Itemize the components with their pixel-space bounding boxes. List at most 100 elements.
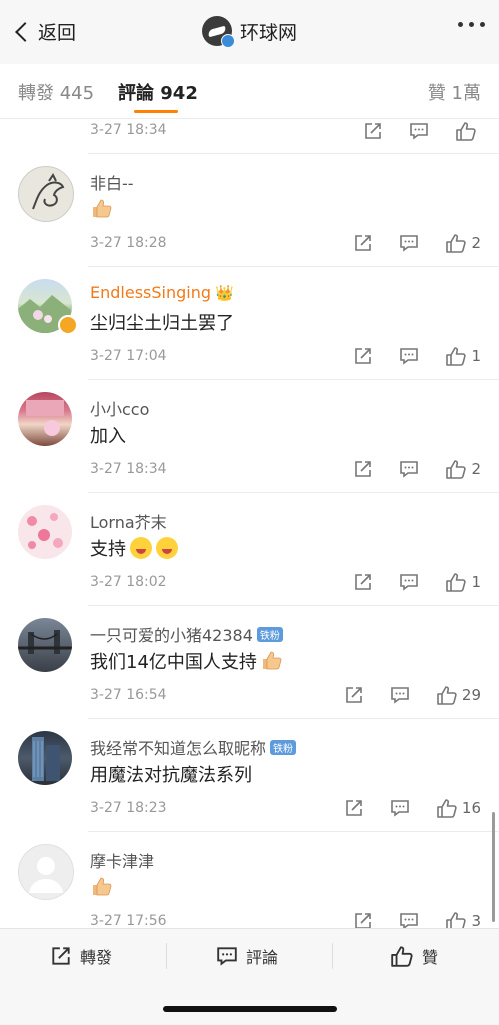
more-dot-icon [458,22,463,27]
tab-repost[interactable]: 轉發 445 [18,79,94,105]
more-dot-icon [480,22,485,27]
thumbs-up-icon [446,912,467,928]
tab-like[interactable]: 贊 1萬 [428,79,481,105]
thumbs-up-icon [446,347,467,366]
user-name-text: EndlessSinging [90,283,212,302]
comment-icon [400,348,419,365]
reply-action[interactable] [390,798,410,818]
tab-comment[interactable]: 評論 942 [118,79,198,105]
home-indicator[interactable] [163,1006,337,1012]
more-options-button[interactable] [458,22,485,27]
user-name[interactable]: 一只可爱的小猪42384 铁粉 [90,622,283,646]
reply-action[interactable] [399,572,419,592]
comment-time: 3-27 17:56 [90,913,167,928]
account-logo[interactable] [201,16,235,48]
user-name-text: 我经常不知道怎么取昵称 [90,739,267,758]
like-button[interactable]: 贊 [390,941,438,971]
like-action[interactable]: 3 [445,910,481,928]
like-action[interactable]: 16 [436,797,481,819]
avatar[interactable] [18,618,72,672]
share-icon [365,123,381,139]
comment-item: 一只可爱的小猪42384 铁粉 我们14亿中国人支持 3-27 16:54 29 [0,606,499,719]
user-name[interactable]: 小小cco [90,396,149,420]
comment-actions: 29 [318,684,481,706]
repost-action[interactable] [353,459,373,479]
like-action[interactable]: 2 [445,232,481,254]
vip-badge-icon [58,315,78,335]
account-name[interactable]: 环球网 [240,18,297,45]
comment-time: 3-27 16:54 [90,687,167,703]
comment-actions: 2 [327,232,481,254]
like-action[interactable] [455,120,481,142]
like-action[interactable]: 1 [445,571,481,593]
scrollbar[interactable] [492,812,495,922]
thumbs-up-icon [446,234,467,253]
user-name[interactable]: Lorna芥末 [90,509,167,533]
reply-action[interactable] [409,121,429,141]
like-count: 2 [471,234,481,252]
user-name[interactable]: EndlessSinging 👑 [90,283,234,302]
comment-text-content: 我们14亿中国人支持 [90,652,257,673]
reply-action[interactable] [390,685,410,705]
comment-list[interactable]: 3-27 18:34 非白-- 3-27 18:28 2 EndlessSing… [0,118,499,928]
comment-text [90,874,114,899]
avatar[interactable] [18,392,72,446]
comment-text: 加入 [90,426,126,447]
repost-action[interactable] [344,685,364,705]
repost-label: 轉發 [80,948,113,967]
avatar[interactable] [18,505,72,559]
building-icon [32,737,60,781]
repost-action[interactable] [353,346,373,366]
comment-item: 3-27 18:34 [0,118,499,154]
comment-actions: 3 [327,910,481,928]
share-icon [346,800,362,816]
like-count: 3 [471,912,481,928]
fan-badge: 铁粉 [256,627,283,642]
thumbs-up-icon [391,946,413,967]
user-name[interactable]: 摩卡津津 [90,848,154,872]
reply-action[interactable] [399,459,419,479]
surprised-face-emoji-icon [156,537,178,559]
share-icon [355,574,372,590]
top-nav-bar: 返回 环球网 [0,0,499,65]
share-icon [355,461,372,477]
surprised-face-emoji-icon [130,537,152,559]
comment-text [90,196,114,221]
thumbs-up-emoji-icon [262,651,282,670]
share-icon [355,913,372,928]
like-action[interactable]: 2 [445,458,481,480]
repost-action[interactable] [363,121,383,141]
default-avatar-icon [29,857,63,893]
thumbs-up-icon [456,122,476,141]
comment-actions [337,120,481,142]
comment-icon [391,800,409,817]
reply-action[interactable] [399,346,419,366]
user-name[interactable]: 我经常不知道怎么取昵称 铁粉 [90,735,297,759]
reply-action[interactable] [399,911,419,928]
avatar[interactable] [18,844,74,900]
user-emoji: 👑 [215,284,234,302]
comment-text: 尘归尘土归土罢了 [90,313,234,334]
like-action[interactable]: 1 [445,345,481,367]
back-button[interactable]: 返回 [12,18,76,45]
comment-button[interactable]: 評論 [216,941,278,971]
comment-item: 非白-- 3-27 18:28 2 [0,154,499,267]
user-name[interactable]: 非白-- [90,170,134,194]
horse-sketch-icon [32,173,65,210]
pink-pattern-icon [27,513,63,549]
reply-action[interactable] [399,233,419,253]
comment-actions: 2 [327,458,481,480]
avatar[interactable] [18,166,74,222]
comment-time: 3-27 18:28 [90,235,167,251]
repost-action[interactable] [353,572,373,592]
repost-action[interactable] [353,233,373,253]
fan-badge: 铁粉 [270,740,297,755]
repost-button[interactable]: 轉發 [50,941,112,971]
comment-item: 摩卡津津 3-27 17:56 3 [0,832,499,928]
repost-action[interactable] [344,798,364,818]
avatar[interactable] [18,731,72,785]
like-action[interactable]: 29 [436,684,481,706]
repost-action[interactable] [353,911,373,928]
comment-text: 我们14亿中国人支持 [90,648,284,674]
verified-icon [220,34,235,48]
